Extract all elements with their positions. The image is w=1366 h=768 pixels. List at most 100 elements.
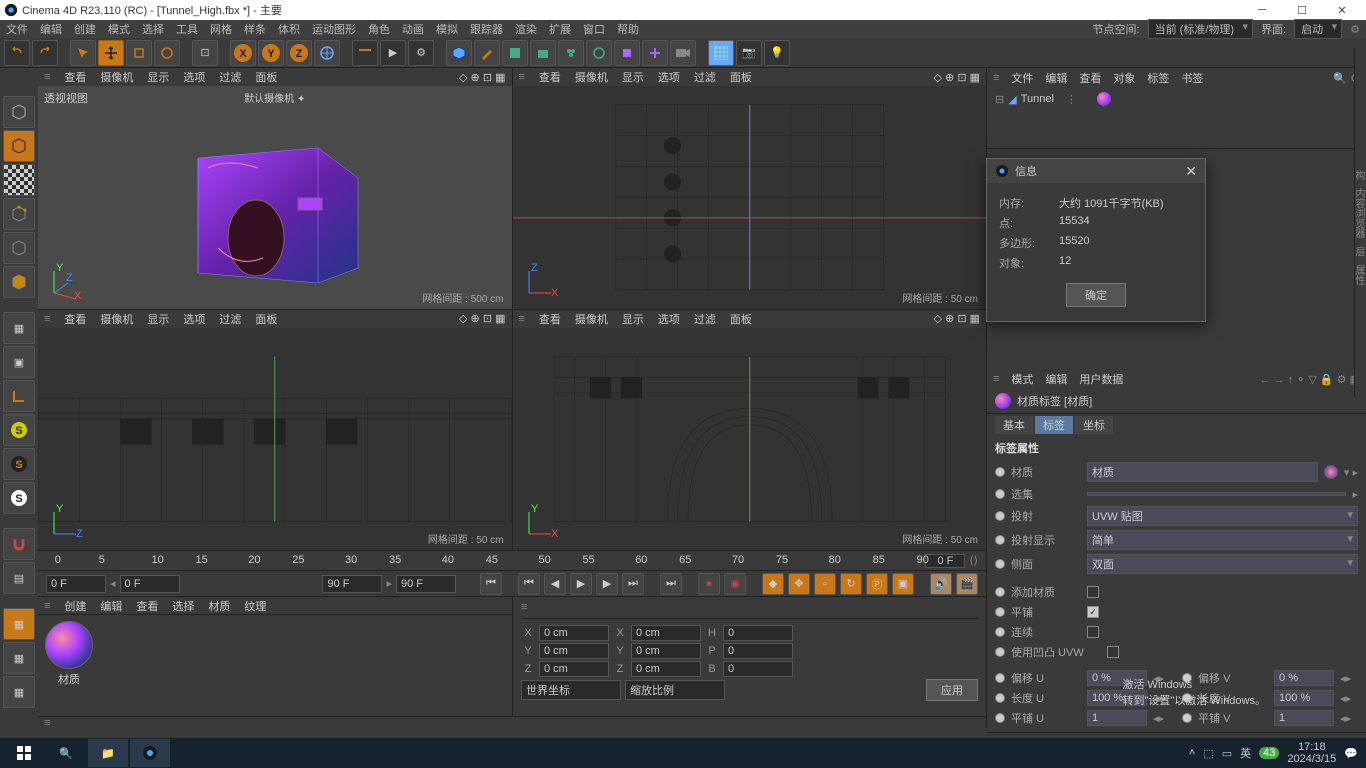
menu-spline[interactable]: 样条 [244, 21, 266, 37]
object-mode-button[interactable] [3, 130, 35, 162]
axis-y-button[interactable]: Y [258, 40, 284, 66]
cloner-button[interactable] [558, 40, 584, 66]
render-view-button[interactable] [352, 40, 378, 66]
texture-mode-button[interactable] [3, 164, 35, 196]
goto-start-button[interactable]: ⏮ [480, 573, 502, 595]
frame-start-display[interactable]: 0 F [46, 575, 106, 593]
menu-extensions[interactable]: 扩展 [549, 21, 571, 37]
light-button[interactable]: 💡 [764, 40, 790, 66]
pen-tool[interactable] [474, 40, 500, 66]
prev-key-button[interactable]: ⏮ [518, 573, 540, 595]
menu-tools[interactable]: 工具 [176, 21, 198, 37]
viewport-solo-button[interactable]: ▣ [3, 346, 35, 378]
polygon-mode-button[interactable] [3, 266, 35, 298]
undo-button[interactable] [4, 40, 30, 66]
frame-start-field[interactable]: 0 F [120, 575, 180, 593]
record-button[interactable]: ● [698, 573, 720, 595]
minimize-button[interactable]: ─ [1242, 4, 1282, 16]
axis-l-icon[interactable] [3, 380, 35, 412]
next-frame-button[interactable]: ▶ [596, 573, 618, 595]
subdiv-button[interactable] [502, 40, 528, 66]
notification-badge[interactable]: 43 [1259, 747, 1279, 759]
action-center-icon[interactable]: 💬 [1344, 747, 1358, 760]
material-field[interactable]: 材质 [1087, 462, 1318, 482]
menu-create[interactable]: 创建 [74, 21, 96, 37]
next-key-button[interactable]: ⏭ [622, 573, 644, 595]
frame-end-field[interactable]: 90 F [322, 575, 382, 593]
viewport-right[interactable]: ≡查看摄像机显示选项过滤面板◇ ⊕ ⊡ ▦ 右视图 YZ 网格间距 : 50 c… [38, 310, 512, 551]
clapboard-button[interactable]: 🎬 [956, 573, 978, 595]
point-mode-button[interactable] [3, 198, 35, 230]
search-button[interactable]: 🔍 [46, 739, 86, 767]
prev-frame-button[interactable]: ◀ [544, 573, 566, 595]
tab-coord[interactable]: 坐标 [1075, 416, 1113, 434]
close-button[interactable]: ✕ [1322, 4, 1362, 17]
timeline-ruler[interactable]: 051015202530354045505560657075808590 0 F… [38, 550, 986, 570]
selection-field[interactable] [1087, 492, 1346, 496]
render-region-button[interactable]: ▶ [380, 40, 406, 66]
menu-volume[interactable]: 体积 [278, 21, 300, 37]
object-name[interactable]: Tunnel [1021, 93, 1054, 105]
key-scale-button[interactable]: ▫ [814, 573, 836, 595]
continuous-checkbox[interactable] [1087, 626, 1099, 638]
keyframe-button[interactable]: ◆ [762, 573, 784, 595]
side-dropdown[interactable]: 双面 [1087, 554, 1358, 574]
menu-animate[interactable]: 动画 [402, 21, 424, 37]
tile-checkbox[interactable]: ✓ [1087, 606, 1099, 618]
viewport-perspective[interactable]: ≡ 查看摄像机显示选项过滤面板 ◇ ⊕ ⊡ ▦ 透视视图 默认摄像机 ✦ YXZ… [38, 68, 512, 309]
workplane-button[interactable]: ▤ [3, 562, 35, 594]
menu-select[interactable]: 选择 [142, 21, 164, 37]
tab-tag[interactable]: 标签 [1035, 416, 1073, 434]
layout-dropdown[interactable]: 启动 [1294, 19, 1342, 39]
environment-button[interactable] [642, 40, 668, 66]
axis-z-button[interactable]: Z [286, 40, 312, 66]
key-rotate-button[interactable]: ↻ [840, 573, 862, 595]
menu-simulate[interactable]: 模拟 [436, 21, 458, 37]
tab-basic[interactable]: 基本 [995, 416, 1033, 434]
coord-system-button[interactable] [314, 40, 340, 66]
object-tree-item[interactable]: ⊟ ◢ Tunnel ⋮ [995, 92, 1358, 106]
tray-up-icon[interactable]: ˄ [1189, 747, 1195, 759]
menu-mesh[interactable]: 网格 [210, 21, 232, 37]
key-pla-button[interactable]: ▣ [892, 573, 914, 595]
deformer-button[interactable] [614, 40, 640, 66]
grid2-button[interactable]: ▦ [3, 642, 35, 674]
dialog-ok-button[interactable]: 确定 [1066, 283, 1126, 307]
field-button[interactable] [586, 40, 612, 66]
render-settings-button[interactable]: ⚙ [408, 40, 434, 66]
menu-window[interactable]: 窗口 [583, 21, 605, 37]
snap-s-button[interactable]: S [3, 414, 35, 446]
addmat-checkbox[interactable] [1087, 586, 1099, 598]
nodespace-dropdown[interactable]: 当前 (标准/物理) [1148, 19, 1253, 39]
sound-button[interactable]: 🔊 [930, 573, 952, 595]
hierarchy-toggle-icon[interactable]: ⊟ [995, 93, 1004, 106]
key-param-button[interactable]: Ⓟ [866, 573, 888, 595]
network-icon[interactable]: ⬚ [1203, 747, 1213, 760]
menu-edit[interactable]: 编辑 [40, 21, 62, 37]
material-tag-icon[interactable] [1097, 92, 1111, 106]
timeline-current-frame[interactable]: 0 F [925, 554, 965, 568]
apply-button[interactable]: 应用 [926, 679, 978, 701]
explorer-button[interactable]: 📁 [88, 739, 128, 767]
ime-indicator[interactable]: 英 [1240, 745, 1251, 761]
right-edge-tabs[interactable]: 构 内容浏览器 层 属性 [1354, 48, 1366, 398]
viewport-front[interactable]: ≡查看摄像机显示选项过滤面板◇ ⊕ ⊡ ▦ 正视图 YX 网格间距 : 50 c… [513, 310, 987, 551]
start-button[interactable] [4, 739, 44, 767]
snap-s3-button[interactable]: S [3, 482, 35, 514]
cube-primitive[interactable] [446, 40, 472, 66]
menu-tracker[interactable]: 跟踪器 [470, 21, 503, 37]
grid3-button[interactable]: ▦ [3, 676, 35, 708]
maximize-button[interactable]: ☐ [1282, 4, 1322, 17]
camera-icon-button[interactable]: 📷 [736, 40, 762, 66]
rotate-tool[interactable] [154, 40, 180, 66]
layout-settings-icon[interactable]: ⚙ [1350, 23, 1360, 36]
material-picker-icon[interactable] [1324, 465, 1338, 479]
menu-help[interactable]: 帮助 [617, 21, 639, 37]
material-swatch[interactable]: 材质 [44, 621, 94, 710]
floor-button[interactable] [708, 40, 734, 66]
clock[interactable]: 17:182024/3/15 [1287, 741, 1336, 765]
extrude-button[interactable] [530, 40, 556, 66]
autokey-button[interactable]: ◉ [724, 573, 746, 595]
play-button[interactable]: ▶ [570, 573, 592, 595]
viewport-top[interactable]: ≡查看摄像机显示选项过滤面板◇ ⊕ ⊡ ▦ 顶视图 ZX 网格间距 : 50 c… [513, 68, 987, 309]
